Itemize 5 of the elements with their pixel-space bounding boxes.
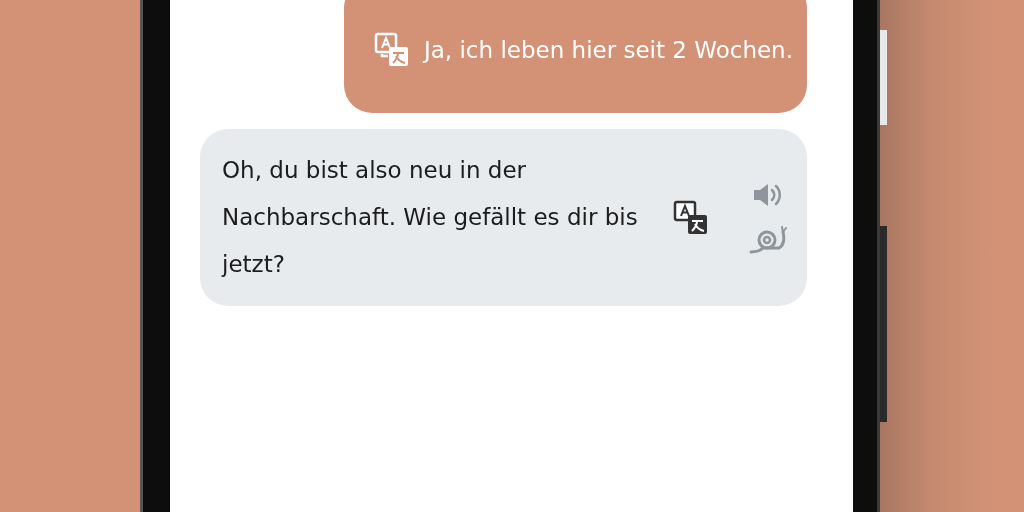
translate-icon[interactable] — [673, 199, 709, 236]
speaker-icon[interactable] — [752, 181, 784, 208]
snail-icon[interactable] — [749, 225, 787, 254]
message-text: Ja, ich leben hier seit 2 Wochen. — [424, 36, 793, 63]
message-text: Oh, du bist also neu in der Nachbarschaft. Wie gefällt es dir bis jetzt? — [222, 156, 639, 279]
